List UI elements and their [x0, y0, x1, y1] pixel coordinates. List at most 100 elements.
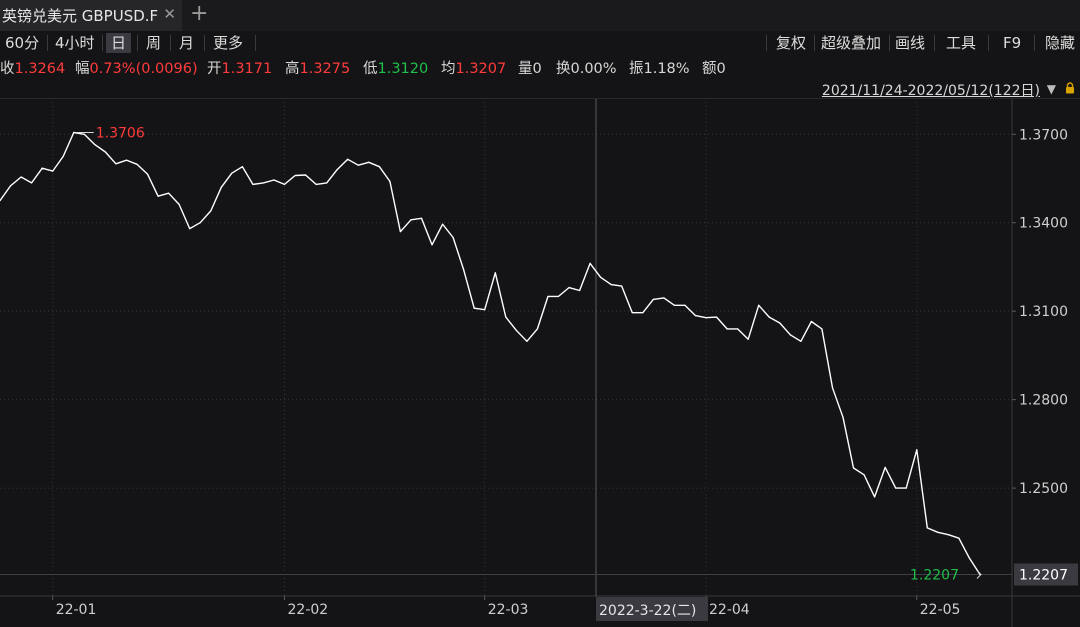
- data-point: [610, 284, 612, 286]
- data-point: [747, 338, 749, 340]
- date-range-bar: 2021/11/24-2022/05/12(122日) ▼: [0, 80, 1080, 99]
- tab-title: 英镑兑美元 GBPUSD.F: [2, 7, 159, 25]
- data-point: [494, 272, 496, 274]
- data-point: [441, 223, 444, 225]
- data-point: [768, 316, 770, 318]
- low-stat: 低1.3120: [363, 61, 429, 77]
- draw-button[interactable]: 画线: [895, 33, 925, 53]
- turnover-stat: 换0.00%: [556, 61, 617, 77]
- divider: [988, 35, 989, 51]
- y-tick-label: 1.3100: [1019, 304, 1068, 320]
- data-point: [789, 334, 791, 336]
- max-marker: 1.3706: [76, 125, 145, 141]
- lock-icon[interactable]: [1065, 82, 1075, 94]
- data-point: [484, 309, 486, 311]
- data-point: [568, 286, 570, 289]
- close-icon[interactable]: ✕: [163, 5, 176, 23]
- data-point: [737, 328, 739, 330]
- data-point: [863, 474, 865, 476]
- data-point: [578, 289, 581, 292]
- data-point: [431, 244, 433, 246]
- data-point: [557, 295, 560, 298]
- data-point: [694, 314, 697, 317]
- close-stat: 收1.3264: [0, 61, 66, 77]
- volume-stat: 量0: [518, 61, 542, 77]
- divider: [137, 35, 138, 51]
- data-point: [168, 192, 170, 194]
- overlay-button[interactable]: 超级叠加: [821, 33, 881, 53]
- data-point: [452, 236, 454, 239]
- divider: [255, 35, 256, 51]
- data-point: [73, 131, 75, 134]
- data-point: [336, 169, 338, 171]
- data-point: [663, 297, 665, 299]
- data-point: [473, 307, 475, 309]
- data-point: [884, 466, 886, 469]
- data-point: [779, 322, 781, 324]
- x-tick-label: 22-03: [488, 602, 529, 618]
- avg-stat: 均1.3207: [441, 61, 507, 77]
- quote-bar: 收1.3264 幅0.73%(0.0096) 开1.3171 高1.3275 低…: [0, 56, 1080, 78]
- data-point: [852, 467, 855, 469]
- x-tick-label: 22-01: [56, 602, 97, 618]
- data-point: [20, 176, 22, 178]
- f9-button[interactable]: F9: [1003, 33, 1021, 53]
- adjust-button[interactable]: 复权: [776, 33, 806, 53]
- open-stat: 开1.3171: [207, 61, 273, 77]
- data-point: [241, 166, 243, 168]
- period-60min[interactable]: 60分: [0, 33, 44, 53]
- tools-button[interactable]: 工具: [946, 33, 976, 53]
- data-point: [273, 179, 275, 181]
- toolbar: 60分 4小时 日 周 月 更多 复权 超级叠加 画线 工具 F9 隐藏: [0, 31, 1080, 55]
- data-point: [104, 151, 106, 153]
- data-point: [389, 180, 391, 183]
- x-tick-label: 22-02: [288, 602, 329, 618]
- period-more[interactable]: 更多: [208, 33, 248, 53]
- data-point: [410, 219, 412, 221]
- divider: [934, 35, 935, 51]
- high-stat: 高1.3275: [285, 61, 351, 77]
- divider: [170, 35, 171, 51]
- data-point: [673, 304, 676, 306]
- y-axis-ticks: 1.3700 1.3400 1.3100 1.2800 1.2500: [1012, 127, 1068, 497]
- tab-gbpusd[interactable]: 英镑兑美元 GBPUSD.F ✕: [0, 0, 182, 31]
- y-tick-label: 1.2500: [1019, 481, 1068, 497]
- y-tick-label: 1.3400: [1019, 216, 1068, 232]
- date-range[interactable]: 2021/11/24-2022/05/12(122日): [822, 80, 1040, 100]
- amount-stat: 额0: [702, 61, 726, 77]
- dropdown-arrow-icon[interactable]: ▼: [1047, 82, 1056, 96]
- data-point: [621, 285, 623, 287]
- period-day[interactable]: 日: [106, 33, 132, 53]
- divider: [204, 35, 205, 51]
- tab-bar: 英镑兑美元 GBPUSD.F ✕ +: [0, 0, 1080, 32]
- data-point: [842, 416, 844, 418]
- divider: [1034, 35, 1035, 51]
- data-point: [505, 316, 507, 318]
- data-point: [420, 217, 423, 219]
- x-tick-label: 22-05: [920, 602, 961, 618]
- data-point: [399, 230, 402, 233]
- data-point: [52, 170, 54, 172]
- data-point: [199, 222, 201, 224]
- cursor-date-label: 2022-3-22(二): [599, 603, 696, 619]
- data-point: [684, 304, 686, 306]
- data-point: [294, 174, 296, 177]
- hide-button[interactable]: 隐藏: [1045, 33, 1075, 53]
- data-point: [958, 537, 960, 539]
- data-point: [315, 183, 317, 185]
- cursor-date-box: 2022-3-22(二): [596, 597, 708, 621]
- data-point: [9, 185, 12, 187]
- plus-icon[interactable]: +: [190, 3, 208, 25]
- data-point: [536, 328, 539, 330]
- grid-lines: [0, 98, 1012, 596]
- price-series: [0, 131, 981, 576]
- period-4h[interactable]: 4小时: [50, 33, 100, 53]
- data-point: [115, 163, 117, 165]
- data-point: [947, 534, 949, 536]
- period-month[interactable]: 月: [174, 33, 199, 53]
- data-point: [347, 158, 349, 160]
- x-axis-ticks: 22-01 22-02 22-03 22-04 22-05: [52, 596, 961, 618]
- period-week[interactable]: 周: [141, 33, 166, 53]
- data-point: [157, 195, 159, 197]
- data-point: [821, 328, 823, 330]
